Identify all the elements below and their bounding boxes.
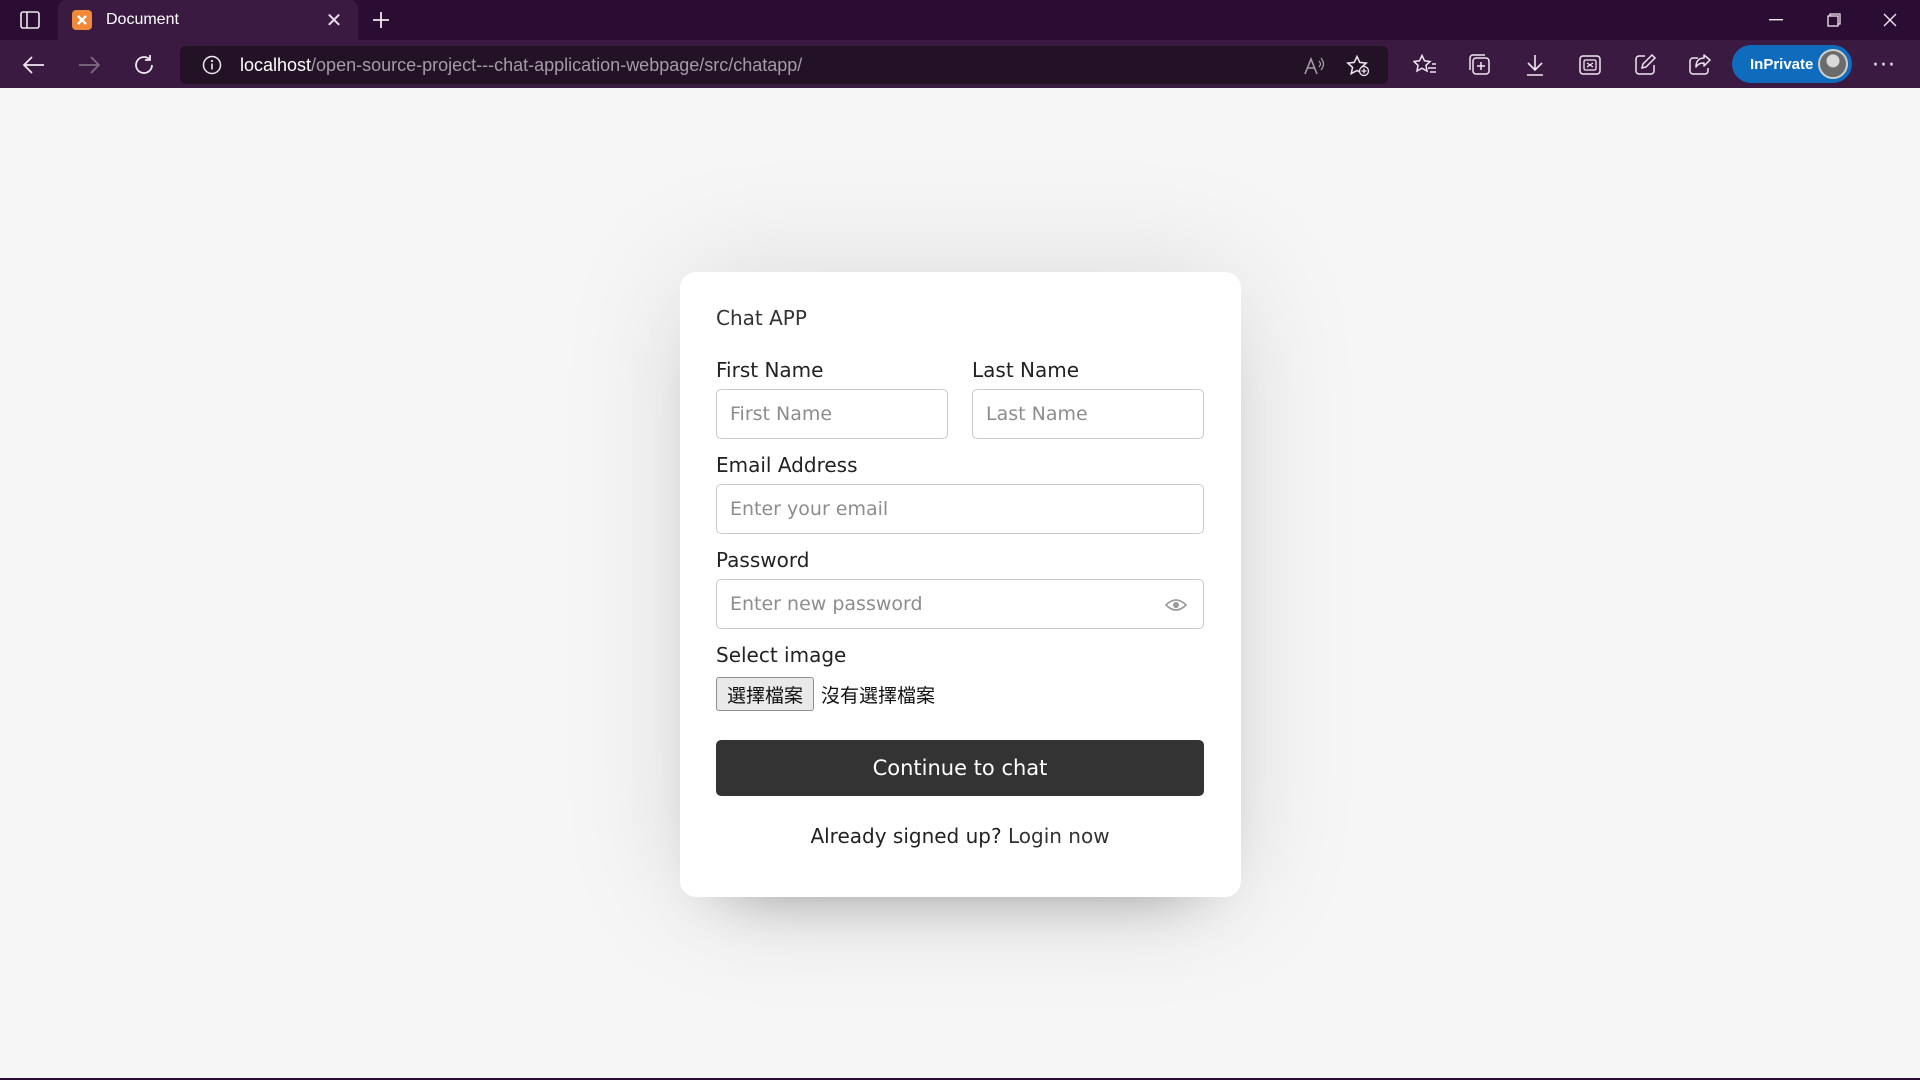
last-name-placeholder: Last Name (986, 403, 1088, 425)
file-status: 沒有選擇檔案 (821, 684, 936, 707)
forward-arrow-icon[interactable] (73, 49, 105, 81)
image-file-input: 選擇檔案 沒有選擇檔案 (716, 677, 935, 711)
xampp-favicon (72, 10, 92, 30)
email-placeholder: Enter your email (730, 498, 889, 520)
browser-tab[interactable]: Document ✕ (58, 0, 358, 40)
app-title: Chat APP (716, 306, 807, 330)
email-field[interactable]: Enter your email (716, 484, 1204, 534)
restore-icon[interactable] (1806, 0, 1862, 40)
close-tab-icon[interactable]: ✕ (324, 8, 344, 32)
url-host: localhost (240, 54, 312, 75)
address-bar[interactable]: localhost/open-source-project---chat-app… (180, 46, 1388, 84)
tab-title: Document (106, 11, 179, 28)
first-name-label: First Name (716, 358, 824, 382)
signup-card: Chat APP First Name First Name Last Name… (680, 272, 1241, 897)
tab-actions-icon[interactable] (10, 5, 50, 35)
close-window-icon[interactable] (1862, 0, 1918, 40)
eye-icon[interactable] (1165, 594, 1187, 616)
signup-prompt-text: Already signed up? (810, 824, 1002, 848)
last-name-label: Last Name (972, 358, 1080, 382)
add-favorite-icon[interactable] (1346, 55, 1370, 77)
refresh-icon[interactable] (128, 49, 160, 81)
share-icon[interactable] (1687, 52, 1713, 78)
choose-file-button[interactable]: 選擇檔案 (716, 677, 815, 711)
browser-toolbar: localhost/open-source-project---chat-app… (0, 40, 1920, 88)
inprivate-label: InPrivate (1750, 55, 1814, 73)
email-label: Email Address (716, 453, 858, 477)
password-placeholder: Enter new password (730, 593, 923, 615)
url-path: /open-source-project---chat-application-… (311, 54, 803, 75)
login-prompt: Already signed up? Login now (716, 824, 1204, 848)
more-icon[interactable]: ··· (1868, 52, 1900, 78)
info-icon[interactable] (202, 55, 222, 75)
image-label: Select image (716, 643, 847, 667)
first-name-placeholder: First Name (730, 403, 833, 425)
read-aloud-icon[interactable] (1302, 55, 1326, 77)
back-arrow-icon[interactable] (18, 49, 50, 81)
screenshot-icon[interactable] (1577, 52, 1603, 78)
minimize-icon[interactable] (1748, 0, 1804, 40)
collections-icon[interactable] (1467, 52, 1493, 78)
first-name-field[interactable]: First Name (716, 389, 948, 439)
browser-titlebar: Document ✕ (0, 0, 1920, 40)
password-label: Password (716, 548, 810, 572)
avatar (1818, 49, 1848, 79)
download-icon[interactable] (1522, 52, 1548, 78)
password-field[interactable]: Enter new password (716, 579, 1204, 629)
login-now-link[interactable]: Login now (1008, 824, 1110, 848)
new-tab-plus-icon[interactable] (366, 5, 396, 35)
inprivate-button[interactable]: InPrivate (1732, 45, 1852, 83)
favorites-icon[interactable] (1412, 52, 1438, 78)
last-name-field[interactable]: Last Name (972, 389, 1204, 439)
continue-to-chat-button[interactable]: Continue to chat (716, 740, 1204, 796)
edit-icon[interactable] (1632, 52, 1658, 78)
